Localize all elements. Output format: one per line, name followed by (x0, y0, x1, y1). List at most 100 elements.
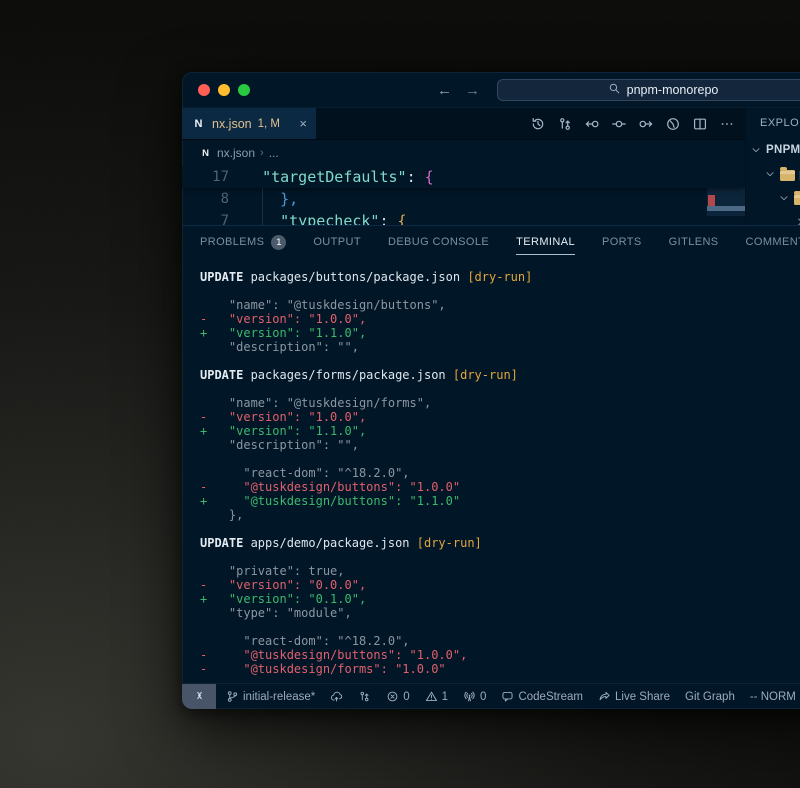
remote-indicator[interactable] (182, 684, 216, 709)
status-ports[interactable]: 0 (463, 690, 486, 703)
terminal-diff-line: - "@tuskdesign/buttons": "1.0.0" (200, 480, 800, 494)
status-branch[interactable]: initial-release* (226, 690, 315, 703)
problems-count-badge: 1 (271, 235, 286, 250)
editor-tab-bar: N nx.json 1, M × (182, 108, 745, 140)
tab-nx-json[interactable]: N nx.json 1, M × (182, 108, 316, 139)
chevron-right-icon (794, 216, 800, 225)
terminal-blank-line (200, 620, 800, 634)
explorer-header: EXPLORER (746, 108, 800, 138)
status-item-label: initial-release* (243, 691, 315, 703)
previous-change-icon[interactable] (584, 116, 600, 132)
terminal-diff-line: - "@tuskdesign/buttons": "1.0.0", (200, 648, 800, 662)
minimap-slider (707, 206, 745, 211)
explorer-tree-item[interactable] (746, 186, 800, 210)
tab-decoration: 1, M (258, 118, 280, 130)
status-item-label: 0 (480, 691, 486, 703)
next-change-icon[interactable] (638, 116, 654, 132)
status-sync-publish[interactable] (330, 690, 343, 703)
folder-icon (794, 194, 800, 205)
panel-tab-problems[interactable]: PROBLEMS 1 (200, 235, 286, 250)
status-item-label: Live Share (615, 691, 670, 703)
nx-file-icon: N (199, 147, 212, 160)
explorer-tree-item[interactable] (746, 210, 800, 225)
close-tab-icon[interactable]: × (299, 117, 307, 130)
status-codestream[interactable]: CodeStream (501, 690, 583, 703)
panel-tab-debug-console[interactable]: DEBUG CONSOLE (388, 236, 489, 248)
more-actions-icon[interactable] (719, 116, 735, 132)
status-item-label: -- NORM (750, 691, 796, 703)
status-vim-mode[interactable]: -- NORM (750, 691, 796, 703)
terminal-diff-line: + "version": "1.1.0", (200, 326, 800, 340)
indent-guide (262, 188, 263, 225)
search-value: pnpm-monorepo (627, 83, 719, 97)
terminal-diff-line: "description": "", (200, 340, 800, 354)
breadcrumb-separator-icon: › (260, 147, 264, 159)
panel-tab-comments[interactable]: COMMENTS (746, 236, 800, 248)
terminal-diff-line: + "@tuskdesign/buttons": "1.1.0" (200, 494, 800, 508)
codestream-icon (501, 690, 514, 703)
explorer-tree-item[interactable]: PNPM-M (746, 138, 800, 162)
explorer-tree-item[interactable]: p (746, 162, 800, 186)
search-icon (608, 82, 621, 98)
terminal-update-line: UPDATE apps/demo/package.json [dry-run] (200, 536, 800, 550)
editor-line: 7 "typecheck": { (182, 210, 745, 225)
panel-tab-label: PROBLEMS (200, 236, 264, 248)
panel-tab-gitlens[interactable]: GITLENS (669, 236, 719, 248)
title-bar[interactable]: ← → pnpm-monorepo (182, 72, 800, 108)
status-live-share[interactable]: Live Share (598, 690, 670, 703)
branch-icon (226, 690, 239, 703)
line-number: 7 (182, 213, 244, 225)
remote-icon (193, 689, 206, 705)
folder-icon (780, 170, 795, 181)
warning-icon (425, 690, 438, 703)
code-editor[interactable]: 17 "targetDefaults": {8 },7 "typecheck":… (182, 166, 745, 225)
terminal-diff-line: "type": "module", (200, 606, 800, 620)
minimize-window-button[interactable] (218, 84, 230, 96)
panel-tab-ports[interactable]: PORTS (602, 236, 642, 248)
bottom-panel: PROBLEMS 1 OUTPUT DEBUG CONSOLE TERMINAL PORT… (182, 225, 800, 683)
navigate-forward-button[interactable]: → (465, 82, 480, 99)
line-number: 17 (182, 169, 244, 185)
broadcast-icon (463, 690, 476, 703)
zoom-window-button[interactable] (238, 84, 250, 96)
status-warnings[interactable]: 1 (425, 690, 448, 703)
vscode-window: ← → pnpm-monorepo N nx.json 1, M × N nx.… (182, 72, 800, 709)
chevron-down-icon (750, 144, 762, 156)
terminal-diff-line: - "version": "0.0.0", (200, 578, 800, 592)
compare-changes-icon[interactable] (557, 116, 573, 132)
terminal-output[interactable]: UPDATE packages/buttons/package.json [dr… (182, 258, 800, 683)
status-git-compare[interactable] (358, 690, 371, 703)
terminal-diff-line: - "@tuskdesign/forms": "1.0.0" (200, 662, 800, 676)
terminal-diff-line: "react-dom": "^18.2.0", (200, 466, 800, 480)
terminal-diff-line: - "version": "1.0.0", (200, 312, 800, 326)
change-icon[interactable] (611, 116, 627, 132)
panel-tab-terminal[interactable]: TERMINAL (516, 236, 575, 248)
split-editor-icon[interactable] (692, 116, 708, 132)
panel-tab-label: PORTS (602, 236, 642, 248)
chevron-down-icon (778, 192, 790, 204)
tab-title: nx.json (212, 117, 252, 131)
breadcrumb-ellipsis[interactable]: ... (269, 146, 279, 160)
terminal-diff-line: "react-dom": "^18.2.0", (200, 634, 800, 648)
close-window-button[interactable] (198, 84, 210, 96)
terminal-blank-line (200, 354, 800, 368)
editor-line: 17 "targetDefaults": { (182, 166, 745, 188)
nx-file-icon: N (191, 116, 206, 131)
terminal-update-line: UPDATE packages/forms/package.json [dry-… (200, 368, 800, 382)
status-errors[interactable]: 0 (386, 690, 409, 703)
panel-tab-label: COMMENTS (746, 236, 800, 248)
status-item-label: Git Graph (685, 691, 735, 703)
history-icon[interactable] (530, 116, 546, 132)
status-item-label: 1 (442, 691, 448, 703)
terminal-diff-line: + "version": "0.1.0", (200, 592, 800, 606)
timeline-icon[interactable] (665, 116, 681, 132)
command-center-search[interactable]: pnpm-monorepo (497, 79, 800, 101)
panel-tab-label: TERMINAL (516, 236, 575, 248)
breadcrumb: N nx.json › ... (182, 140, 745, 166)
navigate-back-button[interactable]: ← (437, 82, 452, 99)
cloud-upload-icon (330, 690, 343, 703)
panel-tab-output[interactable]: OUTPUT (313, 236, 361, 248)
status-git-graph[interactable]: Git Graph (685, 691, 735, 703)
terminal-diff-line: "name": "@tuskdesign/buttons", (200, 298, 800, 312)
breadcrumb-file[interactable]: nx.json (217, 146, 255, 160)
